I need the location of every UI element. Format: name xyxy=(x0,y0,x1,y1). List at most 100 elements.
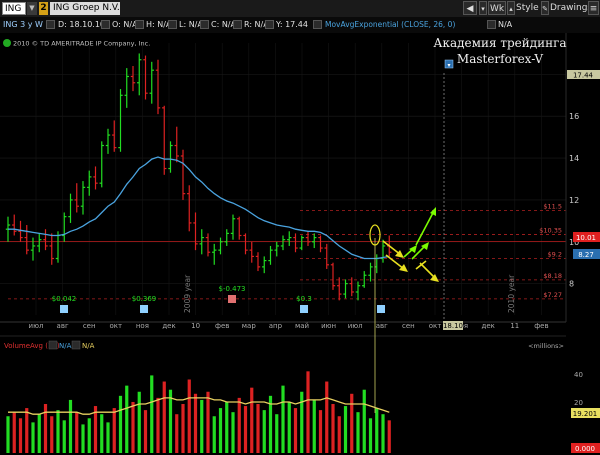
volume-bar xyxy=(281,385,285,453)
volume-bar xyxy=(37,414,41,453)
volume-bar xyxy=(318,410,323,453)
volume-bar xyxy=(43,404,48,453)
y-value-label: Y: 17.44 xyxy=(276,20,308,29)
volume-swatch-2 xyxy=(71,340,81,350)
time-axis-label: фев xyxy=(215,322,229,330)
volume-bar xyxy=(6,416,10,453)
company-name: ING Groep N.V. xyxy=(50,2,120,15)
time-axis-label: июл xyxy=(348,322,363,330)
volume-bar xyxy=(381,414,385,453)
volume-bar xyxy=(275,414,279,453)
last-price-text: 10.01 xyxy=(576,234,596,242)
ema-study-label[interactable]: MovAvgExponential (CLOSE, 26, 0) xyxy=(325,19,455,31)
dividend-label-3: $-0.473 xyxy=(218,285,245,293)
low-swatch xyxy=(200,20,209,29)
dividend-icon-5[interactable] xyxy=(377,305,385,313)
marker-glyph: ▾ xyxy=(447,62,450,69)
time-axis-label: авг xyxy=(376,322,388,330)
dividend-label-2: $0.369 xyxy=(132,295,157,303)
study-swatch xyxy=(487,20,496,29)
time-axis-label: мар xyxy=(242,322,257,330)
volume-bar xyxy=(131,401,135,453)
volume-swatch-1 xyxy=(48,340,58,350)
volume-tick-40: 40 xyxy=(574,371,583,379)
volume-bar xyxy=(181,404,185,453)
ema-study-value: N/A xyxy=(498,20,513,29)
open-label: O: N/A xyxy=(112,20,138,29)
volume-bar xyxy=(112,408,116,453)
high-swatch xyxy=(168,20,177,29)
timeframe-button[interactable]: Wk xyxy=(488,1,506,15)
time-axis-label: сен xyxy=(83,322,96,330)
volume-tag-text: 0.000 xyxy=(575,445,595,453)
volume-avg-text: 19.201 xyxy=(573,410,598,418)
volume-bar xyxy=(237,397,241,453)
symbol-input[interactable]: ING xyxy=(2,2,26,15)
volume-bar xyxy=(12,412,16,453)
symbol-dropdown-button[interactable]: ▼ xyxy=(27,2,37,15)
price-level-label: $9.2 xyxy=(548,251,562,259)
range-swatch xyxy=(265,20,274,29)
nav-back-button[interactable]: ◀ xyxy=(463,1,477,15)
settings-icon[interactable]: ≡ xyxy=(588,1,599,15)
volume-bar xyxy=(350,393,354,453)
chart-background xyxy=(0,33,600,455)
price-tick-label: 8 xyxy=(569,280,574,289)
volume-bar xyxy=(143,410,148,453)
watermark-line1: Академия трейдинга xyxy=(433,36,566,50)
volume-bar xyxy=(300,391,304,453)
volume-bar xyxy=(187,379,191,453)
volume-bar xyxy=(56,410,60,453)
date-label: D: 18.10.10 xyxy=(58,20,106,29)
volume-bar xyxy=(337,416,341,453)
volume-bar xyxy=(206,391,210,453)
watermark-line2: Masterforex-V xyxy=(457,52,544,66)
price-level-label: $8.18 xyxy=(543,272,562,280)
time-axis-label: дек xyxy=(162,322,175,330)
price-tick-label: 14 xyxy=(569,154,579,163)
volume-bar xyxy=(156,397,160,453)
time-axis-label: 11 xyxy=(510,322,519,330)
volume-bar xyxy=(293,408,298,453)
time-axis-label: сен xyxy=(402,322,415,330)
volume-bar xyxy=(150,375,154,453)
dividend-icon-2[interactable] xyxy=(140,305,148,313)
open-swatch xyxy=(135,20,144,29)
dividend-icon-4[interactable] xyxy=(300,305,308,313)
copyright-text: 2010 © TD AMERITRADE IP Company, Inc. xyxy=(13,40,150,48)
price-level-label: $11.5 xyxy=(543,202,562,210)
volume-bar xyxy=(175,414,179,453)
volume-value-1: N/A xyxy=(59,342,72,350)
dividend-label-4: $0.3 xyxy=(296,295,312,303)
drawings-icon[interactable]: ✎ xyxy=(541,1,549,15)
volume-bar xyxy=(162,381,166,453)
style-button[interactable]: Style xyxy=(516,1,539,15)
volume-bar xyxy=(100,414,104,453)
ema-price-text: 8.27 xyxy=(578,251,594,259)
volume-bar xyxy=(356,412,360,453)
volume-bar xyxy=(137,391,141,453)
chart-toolbar: ING ▼ 2 ING Groep N.V. ◀ ▾ Wk ▴ Style ✎ … xyxy=(0,0,600,17)
volume-bar xyxy=(362,389,366,453)
volume-bar xyxy=(343,406,348,453)
volume-bar xyxy=(387,420,391,453)
price-level-label: $7.27 xyxy=(543,291,562,299)
dividend-icon-1[interactable] xyxy=(60,305,68,313)
price-chart[interactable]: $11.5$10.35$9.2$8.18$7.27 18161412108 17… xyxy=(0,33,600,455)
style-icon[interactable]: ▴ xyxy=(507,1,515,15)
link-group-badge[interactable]: 2 xyxy=(39,2,48,15)
volume-bar xyxy=(68,399,73,453)
volume-bar xyxy=(325,381,329,453)
volume-bar xyxy=(193,393,198,453)
earnings-icon[interactable] xyxy=(228,295,236,303)
time-axis-label: май xyxy=(295,322,309,330)
dividend-label-1: $0.042 xyxy=(52,295,77,303)
volume-bar xyxy=(25,408,29,453)
volume-bar xyxy=(225,401,229,453)
calendar-icon[interactable]: ▾ xyxy=(479,1,487,15)
time-axis-label: июн xyxy=(321,322,336,330)
volume-bar xyxy=(81,424,85,453)
volume-bar xyxy=(331,404,335,453)
volume-bar xyxy=(250,387,254,453)
drawings-button[interactable]: Drawings xyxy=(550,1,592,15)
